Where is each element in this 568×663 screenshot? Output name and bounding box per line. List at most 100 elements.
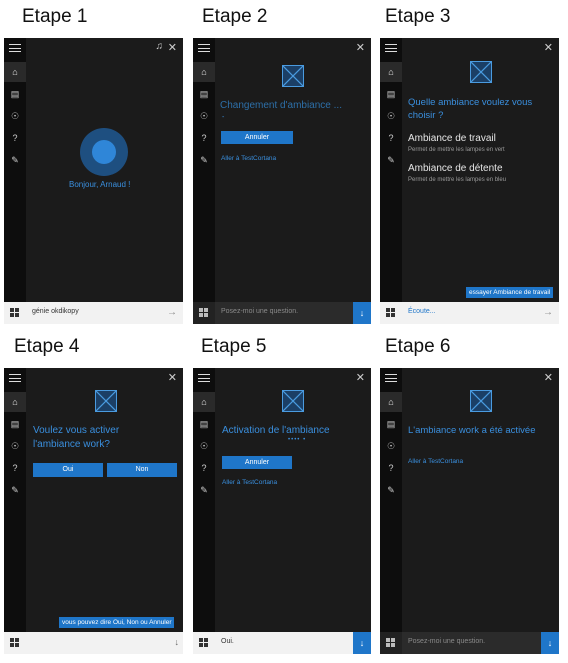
microphone-icon[interactable]: ↓ (541, 632, 559, 654)
option-relax-label[interactable]: Ambiance de détente (408, 163, 503, 174)
step-5-title: Etape 5 (201, 336, 267, 357)
cortana-panel-step-2: ⌂ ▤ ☉ ? ✎ ✕ Changement d'ambiance ... - … (193, 38, 371, 324)
cortana-panel-step-3: ⌂ ▤ ☉ ? ✎ ✕ Quelle ambiance voulez vous … (380, 38, 559, 324)
hamburger-menu-icon[interactable] (385, 374, 397, 382)
close-icon[interactable]: ✕ (356, 41, 365, 54)
search-bar[interactable]: Posez-moi une question. ↓ (380, 632, 559, 654)
close-icon[interactable]: ✕ (544, 371, 553, 384)
suggestion-tooltip: essayer Ambiance de travail (466, 287, 554, 298)
close-icon[interactable]: ✕ (356, 371, 365, 384)
submit-arrow-icon[interactable]: → (167, 307, 177, 318)
progress-dot: - (222, 114, 225, 121)
cortana-circle-icon (80, 128, 128, 176)
cancel-button[interactable]: Annuler (222, 456, 292, 469)
bulb-icon[interactable]: ☉ (4, 436, 26, 456)
home-icon[interactable]: ⌂ (380, 392, 402, 412)
windows-logo-icon[interactable] (199, 638, 209, 648)
home-icon[interactable]: ⌂ (4, 62, 26, 82)
help-icon[interactable]: ? (380, 128, 402, 148)
yes-button[interactable]: Oui (33, 463, 103, 477)
question-line-2: l'ambiance work? (33, 439, 110, 450)
status-text: Activation de l'ambiance (222, 425, 330, 436)
search-input[interactable]: Oui. (221, 638, 234, 645)
windows-logo-icon[interactable] (10, 308, 20, 318)
progress-dots: •••• • (288, 437, 307, 443)
notebook-icon[interactable]: ▤ (193, 84, 215, 104)
feedback-icon[interactable]: ✎ (380, 480, 402, 500)
feedback-icon[interactable]: ✎ (193, 150, 215, 170)
search-bar[interactable]: ↓ (4, 632, 183, 654)
search-bar[interactable]: Oui. ↓ (193, 632, 371, 654)
microphone-icon[interactable]: ↓ (353, 632, 371, 654)
testcortana-link[interactable]: Aller à TestCortana (222, 479, 277, 486)
submit-arrow-icon[interactable]: → (543, 307, 553, 318)
bulb-icon[interactable]: ☉ (193, 106, 215, 126)
search-input[interactable]: génie okdikopy (32, 308, 79, 315)
voice-hint-tooltip: vous pouvez dire Oui, Non ou Annuler (59, 617, 175, 628)
option-relax-desc: Permet de mettre les lampes en bleu (408, 177, 507, 183)
hamburger-menu-icon[interactable] (198, 44, 210, 52)
cortana-panel-step-4: ⌂ ▤ ☉ ? ✎ ✕ Voulez vous activer l'ambian… (4, 368, 183, 654)
notebook-icon[interactable]: ▤ (380, 414, 402, 434)
music-icon[interactable]: ♫ (156, 41, 164, 52)
bulb-icon[interactable]: ☉ (4, 106, 26, 126)
close-icon[interactable]: ✕ (168, 371, 177, 384)
notebook-icon[interactable]: ▤ (4, 84, 26, 104)
feedback-icon[interactable]: ✎ (193, 480, 215, 500)
step-6-title: Etape 6 (385, 336, 451, 357)
notebook-icon[interactable]: ▤ (380, 84, 402, 104)
close-icon[interactable]: ✕ (168, 41, 177, 54)
windows-logo-icon[interactable] (199, 308, 209, 318)
search-input[interactable]: Écoute... (408, 308, 436, 315)
help-icon[interactable]: ? (193, 128, 215, 148)
hamburger-menu-icon[interactable] (9, 374, 21, 382)
microphone-icon[interactable]: ↓ (175, 637, 180, 647)
hamburger-menu-icon[interactable] (9, 44, 21, 52)
bulb-icon[interactable]: ☉ (380, 436, 402, 456)
question-text: Quelle ambiance voulez vous choisir ? (408, 97, 533, 121)
sidebar: ⌂ ▤ ☉ ? ✎ (380, 38, 402, 302)
windows-logo-icon[interactable] (386, 308, 396, 318)
home-icon[interactable]: ⌂ (193, 62, 215, 82)
app-logo-icon (470, 61, 492, 83)
help-icon[interactable]: ? (4, 458, 26, 478)
search-bar[interactable]: Écoute... → (380, 302, 559, 324)
search-bar[interactable]: génie okdikopy → (4, 302, 183, 324)
home-icon[interactable]: ⌂ (380, 62, 402, 82)
help-icon[interactable]: ? (380, 458, 402, 478)
no-button[interactable]: Non (107, 463, 177, 477)
help-icon[interactable]: ? (193, 458, 215, 478)
feedback-icon[interactable]: ✎ (4, 480, 26, 500)
option-work-desc: Permet de mettre les lampes en vert (408, 147, 505, 153)
home-icon[interactable]: ⌂ (4, 392, 26, 412)
testcortana-link[interactable]: Aller à TestCortana (221, 155, 276, 162)
feedback-icon[interactable]: ✎ (4, 150, 26, 170)
step-3-title: Etape 3 (385, 6, 451, 27)
step-2-title: Etape 2 (202, 6, 268, 27)
question-line-1: Voulez vous activer (33, 425, 120, 436)
home-icon[interactable]: ⌂ (193, 392, 215, 412)
notebook-icon[interactable]: ▤ (4, 414, 26, 434)
cortana-panel-step-1: ⌂ ▤ ☉ ? ✎ ♫ ✕ Bonjour, Arnaud ! génie ok… (4, 38, 183, 324)
close-icon[interactable]: ✕ (544, 41, 553, 54)
sidebar: ⌂ ▤ ☉ ? ✎ (4, 38, 26, 302)
search-input[interactable]: Posez-moi une question. (221, 308, 298, 315)
feedback-icon[interactable]: ✎ (380, 150, 402, 170)
option-work-label[interactable]: Ambiance de travail (408, 133, 496, 144)
testcortana-link[interactable]: Aller à TestCortana (408, 458, 463, 465)
hamburger-menu-icon[interactable] (198, 374, 210, 382)
cancel-button[interactable]: Annuler (221, 131, 293, 144)
sidebar: ⌂ ▤ ☉ ? ✎ (193, 38, 215, 302)
bulb-icon[interactable]: ☉ (380, 106, 402, 126)
windows-logo-icon[interactable] (386, 638, 396, 648)
notebook-icon[interactable]: ▤ (193, 414, 215, 434)
status-text: Changement d'ambiance ... (220, 100, 342, 111)
step-4-title: Etape 4 (14, 336, 80, 357)
microphone-icon[interactable]: ↓ (353, 302, 371, 324)
search-input[interactable]: Posez-moi une question. (408, 638, 485, 645)
hamburger-menu-icon[interactable] (385, 44, 397, 52)
search-bar[interactable]: Posez-moi une question. ↓ (193, 302, 371, 324)
windows-logo-icon[interactable] (10, 638, 20, 648)
help-icon[interactable]: ? (4, 128, 26, 148)
bulb-icon[interactable]: ☉ (193, 436, 215, 456)
